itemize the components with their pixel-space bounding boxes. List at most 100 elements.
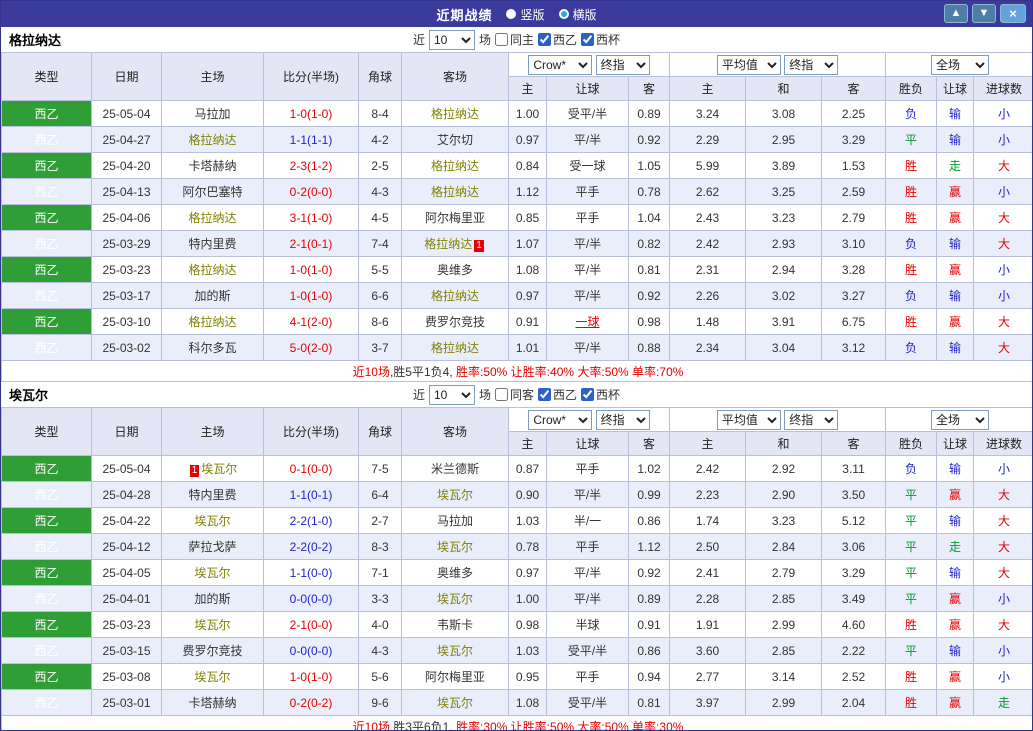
match-row: 西乙 25-03-01 卡塔赫纳 0-2(0-2) 9-6 埃瓦尔 1.08 受平/半 0.81…	[1, 689, 1032, 716]
euro-draw-odds-cell: 3.89	[745, 152, 823, 179]
result-cell: 平	[885, 533, 938, 560]
red-card-badge: 1	[189, 465, 200, 477]
away-team-cell: 艾尔切	[401, 126, 509, 153]
score-cell: 1-0(1-0)	[263, 256, 359, 283]
result-cell: 负	[885, 455, 938, 482]
league-checkbox[interactable]	[538, 388, 551, 401]
euro-draw-odds-cell: 3.23	[745, 204, 823, 231]
league-checkbox-label[interactable]: 西乙	[538, 31, 577, 48]
cup-checkbox[interactable]	[581, 33, 595, 46]
score-cell: 4-1(2-0)	[263, 308, 359, 335]
team-name: 特内里费	[188, 237, 237, 251]
score-cell: 2-2(0-2)	[263, 533, 359, 560]
handicap-result-cell: 输	[936, 637, 975, 664]
score-cell: 0-0(0-0)	[263, 637, 359, 664]
scope-select[interactable]: 全场	[931, 54, 990, 75]
league-cell: 西乙	[1, 637, 92, 664]
team-name: 阿尔梅里亚	[424, 211, 485, 225]
sub-header-result: 胜负	[885, 431, 938, 456]
sub-header-euro-home: 主	[669, 431, 747, 456]
date-cell: 25-05-04	[91, 455, 162, 482]
score-cell: 2-2(1-0)	[263, 507, 359, 534]
team-name: 埃瓦尔	[194, 618, 231, 632]
euro-average-select[interactable]: 平均值	[716, 54, 781, 75]
same-venue-checkbox[interactable]	[494, 388, 508, 401]
euro-average-select[interactable]: 平均值	[716, 409, 781, 430]
col-header-home: 主场	[161, 52, 264, 101]
away-team-cell: 马拉加	[401, 507, 509, 534]
corners-cell: 3-7	[358, 334, 402, 361]
sub-header-handicap-result: 让球	[936, 76, 975, 101]
score-cell: 2-1(0-0)	[263, 611, 359, 638]
cup-checkbox[interactable]	[581, 388, 595, 401]
score-cell: 2-3(1-2)	[263, 152, 359, 179]
home-team-cell: 萨拉戈萨	[161, 533, 264, 560]
away-team-cell: 格拉纳达	[401, 282, 509, 309]
goals-result-cell: 大	[973, 308, 1032, 335]
layout-horizontal-radio[interactable]: 横版	[558, 6, 597, 23]
layout-vertical-radio[interactable]: 竖版	[506, 6, 545, 23]
goals-result-cell: 大	[973, 334, 1032, 361]
score-cell: 0-1(0-0)	[263, 455, 359, 482]
corners-cell: 7-5	[358, 455, 402, 482]
same-venue-checkbox-label[interactable]: 同主	[494, 31, 534, 48]
handicap-home-odds-cell: 1.03	[508, 507, 547, 534]
handicap-away-odds-cell: 0.89	[627, 100, 671, 127]
same-venue-checkbox-label[interactable]: 同客	[494, 386, 534, 403]
cup-checkbox-label[interactable]: 西杯	[581, 31, 620, 48]
away-team-cell: 格拉纳达	[401, 178, 509, 205]
move-up-button[interactable]: ▲	[944, 4, 968, 23]
euro-stage-select[interactable]: 终指	[784, 54, 839, 75]
goals-result-cell: 小	[973, 585, 1032, 612]
euro-draw-odds-cell: 2.90	[745, 481, 823, 508]
handicap-stage-select[interactable]: 终指	[595, 409, 650, 430]
move-down-button[interactable]: ▼	[972, 4, 996, 23]
cup-checkbox-label[interactable]: 西杯	[581, 386, 620, 403]
bookmaker-select[interactable]: Crow*	[528, 409, 593, 430]
euro-away-odds-cell: 1.53	[821, 152, 887, 179]
col-header-score: 比分(半场)	[263, 52, 359, 101]
handicap-line-cell: 平/半	[546, 126, 629, 153]
home-team-cell: 埃瓦尔	[161, 559, 264, 586]
summary-part: 近10场	[352, 364, 390, 379]
euro-draw-odds-cell: 2.93	[745, 230, 823, 257]
close-button[interactable]: ×	[1000, 4, 1026, 23]
match-count-select[interactable]: 10	[428, 29, 475, 50]
team-name: 格拉纳达	[430, 289, 479, 303]
sub-header-handicap-home: 主	[508, 431, 547, 456]
euro-home-odds-cell: 2.28	[669, 585, 747, 612]
scope-select[interactable]: 全场	[931, 409, 990, 430]
team-name: 特内里费	[188, 488, 237, 502]
handicap-line-cell: 平/半	[546, 230, 629, 257]
league-cell: 西乙	[1, 100, 92, 127]
handicap-away-odds-cell: 0.81	[627, 689, 671, 716]
home-team-cell: 阿尔巴塞特	[161, 178, 264, 205]
euro-away-odds-cell: 2.04	[821, 689, 887, 716]
euro-odds-controls: 平均值 终指	[669, 52, 887, 77]
league-cell: 西乙	[1, 663, 92, 690]
corners-cell: 4-0	[358, 611, 402, 638]
league-checkbox[interactable]	[538, 33, 551, 46]
handicap-home-odds-cell: 1.08	[508, 689, 547, 716]
date-cell: 25-03-29	[91, 230, 162, 257]
titlebar: 近期战绩 竖版 横版 ▲ ▼ ×	[1, 1, 1032, 27]
radio-label: 竖版	[520, 7, 545, 22]
handicap-result-cell: 输	[936, 282, 975, 309]
match-row: 西乙 25-03-08 埃瓦尔 1-0(1-0) 5-6 阿尔梅里亚 0.95 平手 0.94 2…	[1, 663, 1032, 690]
match-row: 西乙 25-04-01 加的斯 0-0(0-0) 3-3 埃瓦尔 1.00 平/半 0.89 2.…	[1, 585, 1032, 612]
date-cell: 25-03-23	[91, 256, 162, 283]
goals-result-cell: 大	[973, 230, 1032, 257]
team-name: 埃瓦尔	[194, 514, 231, 528]
home-team-cell: 格拉纳达	[161, 308, 264, 335]
euro-stage-select[interactable]: 终指	[784, 409, 839, 430]
sub-header-goals-result: 进球数	[973, 76, 1032, 101]
corners-cell: 4-2	[358, 126, 402, 153]
bookmaker-select[interactable]: Crow*	[528, 54, 593, 75]
same-venue-checkbox[interactable]	[494, 33, 508, 46]
goals-result-cell: 走	[973, 689, 1032, 716]
handicap-stage-select[interactable]: 终指	[595, 54, 650, 75]
corners-cell: 8-6	[358, 308, 402, 335]
match-count-select[interactable]: 10	[428, 384, 475, 405]
euro-draw-odds-cell: 2.85	[745, 637, 823, 664]
league-checkbox-label[interactable]: 西乙	[538, 386, 577, 403]
